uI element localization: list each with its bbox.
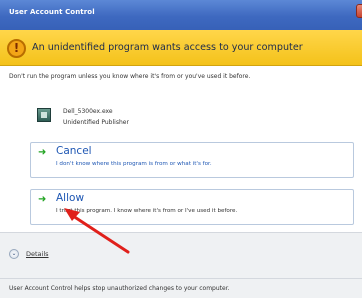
- expand-details-icon[interactable]: ⌄: [9, 249, 19, 259]
- cancel-option[interactable]: ➜ Cancel I don't know where this program…: [30, 142, 354, 178]
- warning-shield-icon: !: [7, 39, 26, 58]
- details-area: ⌄ Details: [0, 232, 362, 278]
- window-title: User Account Control: [9, 8, 95, 16]
- cancel-label: Cancel: [56, 145, 92, 157]
- close-button[interactable]: [356, 4, 362, 18]
- allow-label: Allow: [56, 192, 85, 204]
- program-file-icon: [37, 108, 51, 122]
- program-file-name: Dell_5300ex.exe: [63, 108, 113, 115]
- green-arrow-icon: ➜: [38, 194, 47, 205]
- footer: User Account Control helps stop unauthor…: [0, 278, 362, 298]
- title-bar: User Account Control: [0, 0, 362, 30]
- warning-banner: ! An unidentified program wants access t…: [0, 30, 362, 66]
- allow-description: I trust this program. I know where it's …: [56, 208, 238, 214]
- program-publisher: Unidentified Publisher: [63, 119, 129, 126]
- warning-message: An unidentified program wants access to …: [32, 42, 303, 53]
- details-link[interactable]: Details: [26, 250, 49, 258]
- allow-option[interactable]: ➜ Allow I trust this program. I know whe…: [30, 189, 354, 225]
- green-arrow-icon: ➜: [38, 147, 47, 158]
- footer-text: User Account Control helps stop unauthor…: [9, 285, 230, 292]
- cancel-description: I don't know where this program is from …: [56, 161, 212, 167]
- intro-text: Don't run the program unless you know wh…: [9, 73, 251, 80]
